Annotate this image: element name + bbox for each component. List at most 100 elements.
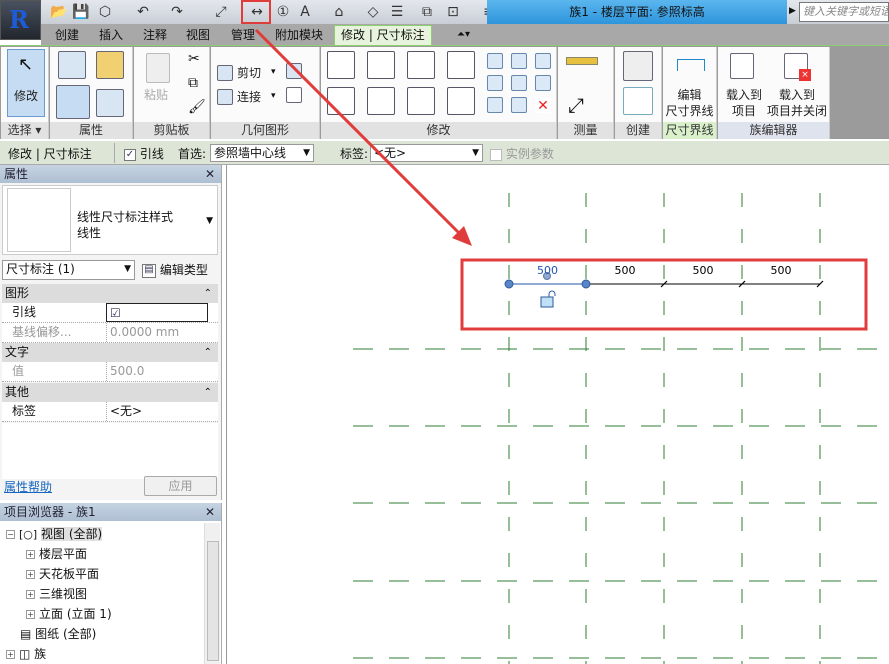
measure-between-icon[interactable] <box>566 57 598 65</box>
options-bar: 修改 | 尺寸标注 ✓ 引线 首选: 参照墙中心线 ▼ 标签: <无> ▼ 实例参数 <box>0 141 889 165</box>
tag-icon[interactable]: ① <box>274 3 292 21</box>
switch-windows-icon[interactable]: ⊡ <box>444 3 462 21</box>
instance-parameter-checkbox[interactable]: 实例参数 <box>490 145 554 162</box>
edit-witness-lines-icon[interactable] <box>677 59 705 71</box>
cut-geometry-icon[interactable] <box>217 65 233 81</box>
undo-icon[interactable]: ↶ <box>134 3 152 21</box>
load-and-close-icon[interactable]: × <box>784 53 811 81</box>
type-properties-icon[interactable] <box>58 51 86 79</box>
paint-icon[interactable] <box>286 87 302 103</box>
collapse-icon[interactable]: ⌃ <box>204 383 212 402</box>
save-icon[interactable]: 💾 <box>72 3 90 21</box>
create-similar-icon[interactable] <box>623 51 653 81</box>
edit-type-button[interactable]: ▤ 编辑类型 <box>142 261 208 278</box>
close-icon[interactable]: ✕ <box>205 503 215 521</box>
join-button[interactable]: 连接 <box>237 89 261 105</box>
drawing-canvas[interactable]: 500 500 500 500 <box>226 165 889 664</box>
trim-multiple-icon[interactable] <box>511 97 527 113</box>
section-icon[interactable]: ◇ <box>364 3 382 21</box>
open-icon[interactable]: 📂 <box>50 3 68 21</box>
tab-modify-dimension[interactable]: 修改 | 尺寸标注 <box>334 25 432 45</box>
edit-witness-lines-button[interactable]: 编辑 尺寸界线 <box>663 87 716 119</box>
trim-single-icon[interactable] <box>487 97 503 113</box>
load-and-close-button[interactable]: 载入到 项目并关闭 <box>766 87 828 119</box>
properties-help-link[interactable]: 属性帮助 <box>4 478 52 495</box>
tab-insert[interactable]: 插入 <box>99 26 123 44</box>
tab-view[interactable]: 视图 <box>186 26 210 44</box>
aligned-dimension-icon[interactable]: ⤢ <box>212 3 230 21</box>
tab-create[interactable]: 创建 <box>55 26 79 44</box>
text-icon[interactable]: A <box>296 3 314 21</box>
leader-value[interactable]: ☑ <box>106 303 208 322</box>
paste-icon[interactable] <box>146 53 170 83</box>
group-graphics: 图形 ⌃ <box>2 284 218 303</box>
sync-icon[interactable]: ⬡ <box>96 3 114 21</box>
modify-button[interactable]: ↖ 修改 <box>7 49 45 117</box>
label-dropdown[interactable]: <无> ▼ <box>370 144 483 162</box>
move-icon[interactable] <box>327 87 355 115</box>
offset-icon[interactable] <box>367 51 395 79</box>
split-face-icon[interactable] <box>286 63 302 79</box>
load-into-project-icon[interactable] <box>730 53 754 79</box>
collapse-icon[interactable]: ⌃ <box>204 343 212 362</box>
cut-geometry-button[interactable]: 剪切 <box>237 65 261 81</box>
pin-icon[interactable] <box>535 75 551 91</box>
tab-manage[interactable]: 管理 <box>231 26 255 44</box>
scale-icon[interactable] <box>511 75 527 91</box>
search-input[interactable]: 键入关键字或短语 <box>799 2 889 22</box>
type-preview <box>7 188 71 252</box>
close-hidden-icon[interactable]: ⧉ <box>418 3 436 21</box>
collapse-icon[interactable]: ⌃ <box>204 284 212 303</box>
properties-icon[interactable] <box>56 85 90 119</box>
leader-checkbox[interactable]: ✓ 引线 <box>124 145 164 162</box>
thin-lines-icon[interactable]: ☰ <box>388 3 406 21</box>
family-category-icon[interactable] <box>96 51 124 79</box>
array-icon[interactable] <box>487 75 503 91</box>
align-icon[interactable] <box>327 51 355 79</box>
close-icon[interactable]: ✕ <box>205 165 215 183</box>
tree-item-ceiling-plans[interactable]: + 天花板平面 <box>26 565 99 583</box>
load-into-project-button[interactable]: 载入到 项目 <box>722 87 766 119</box>
scrollbar[interactable] <box>204 523 220 664</box>
apply-button[interactable]: 应用 <box>144 476 217 496</box>
join-icon[interactable] <box>217 89 233 105</box>
dimension-value: 500 <box>693 264 714 277</box>
unpin-icon[interactable] <box>535 53 551 69</box>
delete-icon[interactable]: ✕ <box>535 97 551 114</box>
unlock-shackle <box>548 290 556 297</box>
type-selector[interactable]: 线性尺寸标注样式 线性 ▼ <box>2 185 218 255</box>
expand-icon[interactable]: ▶ <box>789 6 796 16</box>
project-browser: 项目浏览器 - 族1 ✕ − [○] 视图 (全部) + 楼层平面 + 天花板平面 + 三… <box>0 503 222 664</box>
panel-label[interactable]: 选择 ▾ <box>1 122 48 139</box>
tree-item-elevations[interactable]: + 立面 (立面 1) <box>26 605 112 623</box>
tab-annotate[interactable]: 注释 <box>143 26 167 44</box>
tab-addins[interactable]: 附加模块 <box>275 26 323 44</box>
tree-item-views[interactable]: − [○] 视图 (全部) <box>6 525 103 544</box>
panel-measure: ⤢ 测量 <box>558 47 614 139</box>
tree-item-families[interactable]: + ◫ 族 <box>6 645 46 663</box>
cut-icon[interactable]: ✂ <box>188 51 200 67</box>
panel-family-editor: 载入到 项目 × 载入到 项目并关闭 族编辑器 <box>718 47 830 139</box>
split-gap-icon[interactable] <box>511 53 527 69</box>
match-type-icon[interactable]: 🖌 <box>188 99 206 115</box>
application-menu-button[interactable]: R <box>0 0 41 40</box>
copy-element-icon[interactable] <box>367 87 395 115</box>
mirror-axis-icon[interactable] <box>407 51 435 79</box>
mirror-draw-icon[interactable] <box>447 51 475 79</box>
aligned-dimension-icon[interactable]: ⤢ <box>568 93 584 117</box>
tree-item-sheets[interactable]: ▤ 图纸 (全部) <box>20 625 96 643</box>
tree-item-3d-views[interactable]: + 三维视图 <box>26 585 87 603</box>
prefer-dropdown[interactable]: 参照墙中心线 ▼ <box>210 144 314 162</box>
copy-icon[interactable]: ⧉ <box>188 75 198 91</box>
revit-logo: R <box>9 5 29 34</box>
3d-view-icon[interactable]: ⌂ <box>330 3 348 21</box>
create-group-icon[interactable] <box>623 87 653 115</box>
redo-icon[interactable]: ↷ <box>168 3 186 21</box>
family-types-icon[interactable] <box>96 89 124 117</box>
rotate-icon[interactable] <box>407 87 435 115</box>
tree-item-floor-plans[interactable]: + 楼层平面 <box>26 545 87 563</box>
ribbon-minimize-icon[interactable]: ⏶▾ <box>457 26 470 44</box>
split-icon[interactable] <box>487 53 503 69</box>
trim-extend-icon[interactable] <box>447 87 475 115</box>
instance-filter-dropdown[interactable]: 尺寸标注 (1) ▼ <box>2 260 135 280</box>
